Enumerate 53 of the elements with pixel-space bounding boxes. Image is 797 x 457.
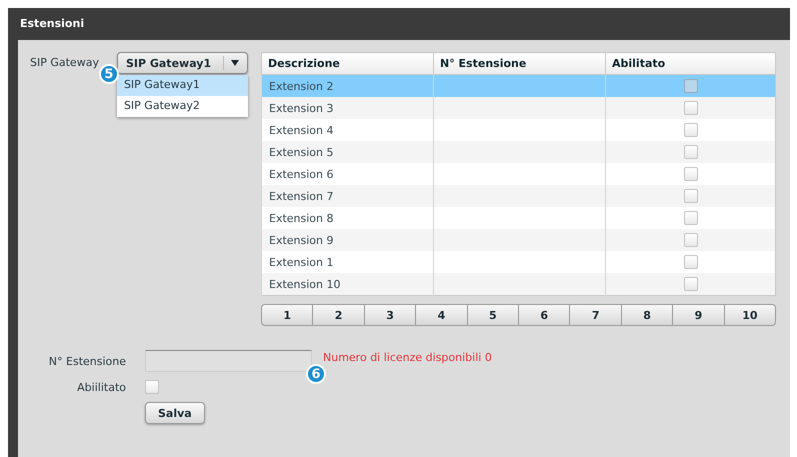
table-cell: Extension 8 [269,212,334,224]
callout-badge: 5 [98,64,119,84]
table-cell: Extension 4 [269,124,334,136]
column-header: Abilitato [606,52,776,74]
page-button[interactable]: 5 [468,304,520,326]
checkbox[interactable] [684,123,698,137]
page-button[interactable]: 2 [313,304,365,326]
page-button[interactable]: 7 [570,304,622,326]
table-row[interactable]: Extension 2 [262,74,776,97]
checkbox[interactable] [684,277,698,291]
table-cell: Extension 1 [269,256,334,268]
gateway-label: SIP Gateway [30,56,99,69]
checkbox[interactable] [684,145,698,159]
page-button[interactable]: 8 [622,304,674,326]
table-row[interactable]: Extension 5 [262,141,776,163]
checkbox[interactable] [684,211,698,225]
table-row[interactable]: Extension 9 [262,229,776,251]
field-label: N° Estensione [48,354,126,368]
table-cell: Extension 5 [269,146,334,158]
column-header: Descrizione [262,52,434,74]
page-button[interactable]: 9 [673,304,725,326]
field-label: Abiilitato [76,380,126,394]
gateway-select[interactable]: SIP Gateway1 [116,52,248,74]
table-cell: Extension 10 [269,278,340,290]
table-cell: Extension 7 [269,190,334,202]
page-button[interactable]: 1 [261,304,314,326]
caret-icon [230,60,239,66]
table-cell: Extension 9 [269,234,334,246]
license-note: Numero di licenze disponibili 0 [323,351,492,364]
checkbox[interactable] [684,79,698,93]
page-button[interactable]: 6 [519,304,570,326]
checkbox[interactable] [145,380,159,394]
checkbox[interactable] [684,101,698,115]
save-button[interactable]: Salva [145,402,205,424]
page-button[interactable]: 4 [416,304,468,326]
checkbox[interactable] [684,189,698,203]
table-cell: Extension 6 [269,168,334,180]
page-button[interactable]: 3 [364,304,416,326]
checkbox[interactable] [684,167,698,181]
page-button[interactable]: 10 [724,304,776,326]
table-row[interactable]: Extension 10 [262,273,776,296]
checkbox[interactable] [684,233,698,247]
column-header: N° Estensione [434,52,606,74]
panel-title: Estensioni [19,16,86,31]
callout-badge: 6 [306,364,326,384]
checkbox[interactable] [684,255,698,269]
table-row[interactable]: Extension 7 [262,185,776,207]
table-cell: Extension 3 [269,102,334,114]
dropdown-option[interactable]: SIP Gateway2 [116,96,248,117]
table-row[interactable]: Extension 3 [262,97,776,119]
table-cell: Extension 2 [269,80,334,92]
dropdown-option[interactable]: SIP Gateway1 [116,75,248,96]
input-field[interactable] [145,350,312,372]
